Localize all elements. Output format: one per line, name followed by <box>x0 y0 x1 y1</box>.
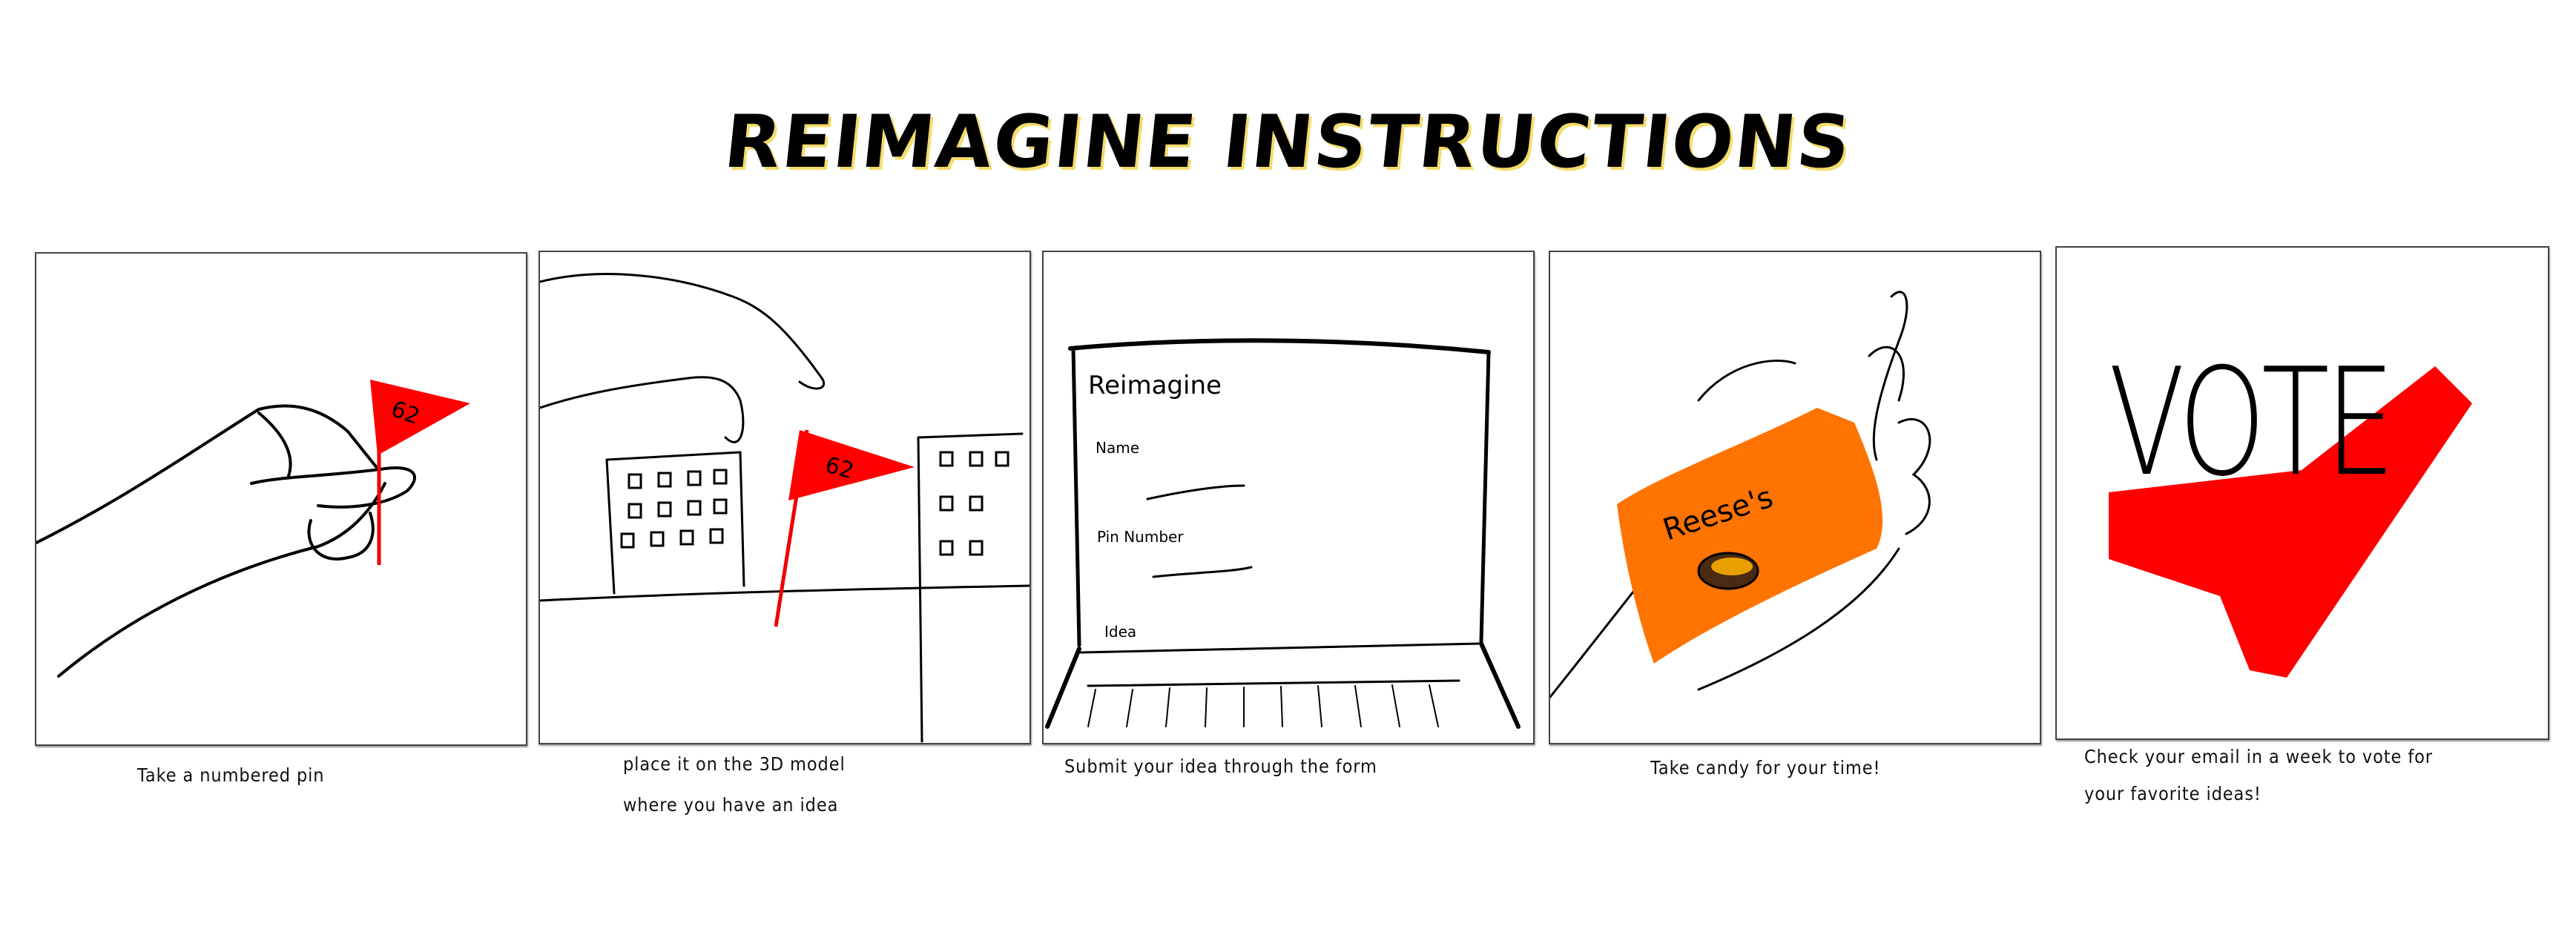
caption-step-5-line2: your favorite ideas! <box>2084 783 2262 804</box>
caption-step-2-line2: where you have an idea <box>623 794 839 816</box>
panel-take-pin: 62 <box>35 252 527 746</box>
form-title: Reimagine <box>1088 371 1222 400</box>
panel-place-pin: 62 <box>538 251 1031 744</box>
hand-holding-flag-sketch: 62 <box>36 380 470 678</box>
panel-vote: VOTE <box>2055 246 2549 740</box>
laptop-form-sketch <box>1045 338 1521 729</box>
form-field-idea-label: Idea <box>1104 623 1137 641</box>
model-with-pin-sketch: 62 <box>540 273 1030 743</box>
caption-step-1: Take a numbered pin <box>137 764 325 786</box>
form-field-pin-label: Pin Number <box>1097 528 1184 546</box>
form-field-name-label: Name <box>1096 439 1140 457</box>
flag-icon <box>370 380 470 455</box>
panel-submit-form: Reimagine Name Pin Number Idea <box>1042 251 1535 744</box>
caption-step-2-line1: place it on the 3D model <box>623 753 846 775</box>
caption-step-4: Take candy for your time! <box>1650 757 1881 779</box>
vote-sign: VOTE <box>2109 337 2395 509</box>
hand-with-candy-sketch <box>1550 291 1931 698</box>
panel-take-candy: Reese's <box>1549 251 2041 744</box>
caption-step-5-line1: Check your email in a week to vote for <box>2084 746 2433 767</box>
caption-step-3: Submit your idea through the form <box>1064 756 1377 777</box>
page-title: REIMAGINE INSTRUCTIONS <box>720 100 1856 185</box>
candy-wrapper <box>1617 408 1883 664</box>
